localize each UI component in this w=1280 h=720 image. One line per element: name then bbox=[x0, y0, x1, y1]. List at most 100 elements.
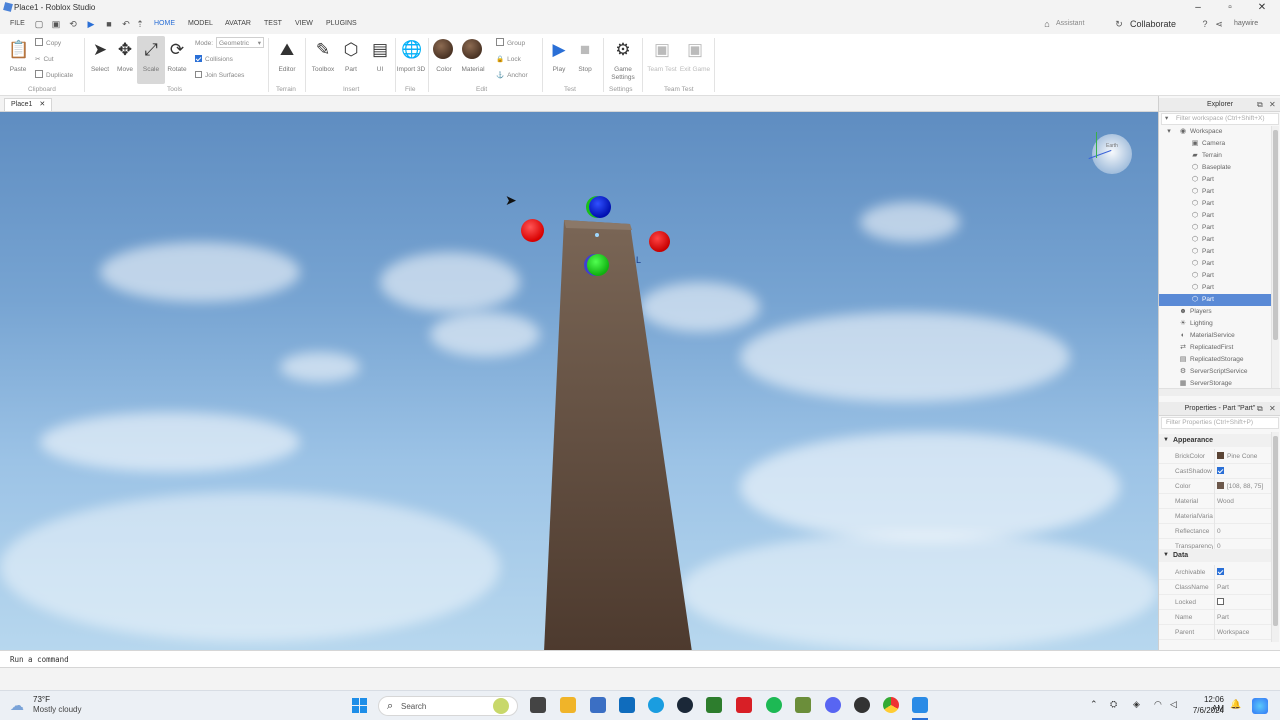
explorer-item[interactable]: ⚙ ServerScriptService bbox=[1159, 366, 1271, 378]
anchor-button[interactable]: ⚓ Anchor bbox=[496, 70, 528, 81]
new-file-icon[interactable]: ▢ bbox=[34, 19, 44, 29]
duplicate-button[interactable]: Duplicate bbox=[35, 70, 73, 81]
explorer-scrollbar[interactable] bbox=[1271, 126, 1279, 388]
username[interactable]: haywire bbox=[1234, 20, 1258, 27]
scale-handle-z-negative[interactable] bbox=[589, 196, 611, 218]
wifi-icon[interactable]: ◠ bbox=[1154, 699, 1162, 710]
weather-desc[interactable]: Mostly cloudy bbox=[33, 705, 81, 714]
join-surfaces-toggle[interactable]: Join Surfaces bbox=[195, 70, 244, 81]
explorer-item[interactable]: ⬡ Part bbox=[1159, 270, 1271, 282]
minecraft-launcher-icon[interactable] bbox=[706, 697, 722, 713]
property-row[interactable]: CastShadow bbox=[1159, 464, 1271, 479]
ui-button[interactable]: ▤ UI bbox=[366, 36, 394, 84]
explorer-item[interactable]: ⬡ Part bbox=[1159, 210, 1271, 222]
copy-button[interactable]: Copy bbox=[35, 38, 61, 49]
refresh-icon[interactable]: ↻ bbox=[1114, 19, 1124, 29]
tab-view[interactable]: VIEW bbox=[295, 20, 313, 27]
weather-temp[interactable]: 73°F bbox=[33, 695, 50, 704]
property-row[interactable]: Archivable bbox=[1159, 565, 1271, 580]
stop-button[interactable]: ■ Stop bbox=[571, 36, 599, 84]
explorer-item[interactable]: ⬡ Part bbox=[1159, 222, 1271, 234]
file-explorer-icon[interactable] bbox=[560, 697, 576, 713]
steam-icon[interactable] bbox=[677, 697, 693, 713]
properties-filter-input[interactable]: Filter Properties (Ctrl+Shift+P) bbox=[1161, 417, 1279, 429]
material-button[interactable]: Material bbox=[459, 36, 487, 84]
notification-bell-icon[interactable]: 🔔 bbox=[1230, 699, 1241, 710]
checkbox-checked-icon[interactable] bbox=[1217, 467, 1224, 474]
undock-icon[interactable]: ⧉ bbox=[1257, 402, 1263, 416]
property-row[interactable]: Material Wood bbox=[1159, 494, 1271, 509]
tab-model[interactable]: MODEL bbox=[188, 20, 213, 27]
explorer-item[interactable]: ▦ ServerStorage bbox=[1159, 378, 1271, 388]
game-settings-button[interactable]: ⚙ Game Settings bbox=[609, 36, 637, 84]
undo-icon[interactable]: ↶ bbox=[121, 19, 131, 29]
property-value[interactable] bbox=[1217, 565, 1271, 580]
file-menu[interactable]: FILE bbox=[10, 20, 25, 27]
terrain-editor-button[interactable]: ⛰ Editor bbox=[273, 36, 301, 84]
outlook-icon[interactable] bbox=[619, 697, 635, 713]
save-icon[interactable]: ▣ bbox=[51, 19, 61, 29]
tab-plugins[interactable]: PLUGINS bbox=[326, 20, 357, 27]
close-panel-icon[interactable]: ✕ bbox=[1269, 402, 1276, 416]
share-icon[interactable]: ⋖ bbox=[1214, 19, 1224, 29]
property-value[interactable]: Part bbox=[1217, 610, 1271, 625]
scale-handle-y[interactable] bbox=[587, 254, 609, 276]
team-test-button[interactable]: ▣ Team Test bbox=[647, 36, 677, 84]
close-icon[interactable]: ✕ bbox=[1254, 1, 1270, 14]
property-row[interactable]: ClassName Part bbox=[1159, 580, 1271, 595]
taskbar-search[interactable]: ⌕ Search bbox=[378, 696, 518, 716]
property-value[interactable] bbox=[1217, 595, 1271, 610]
select-tool-button[interactable]: ➤ Select bbox=[86, 36, 114, 84]
netflix-icon[interactable] bbox=[736, 697, 752, 713]
explorer-item[interactable]: ⬡ Part bbox=[1159, 294, 1271, 306]
scale-handle-x-positive[interactable] bbox=[649, 231, 670, 252]
tab-avatar[interactable]: AVATAR bbox=[225, 20, 251, 27]
explorer-item[interactable]: ⬡ Part bbox=[1159, 174, 1271, 186]
scrollbar-thumb[interactable] bbox=[1273, 130, 1278, 340]
close-tab-icon[interactable]: ✕ bbox=[39, 101, 45, 108]
explorer-hscrollbar[interactable] bbox=[1159, 388, 1280, 396]
scale-tool-button[interactable]: ⤢ Scale bbox=[137, 36, 165, 84]
explorer-item[interactable]: ⬡ Part bbox=[1159, 198, 1271, 210]
assistant-button[interactable]: Assistant bbox=[1056, 20, 1084, 27]
explorer-item[interactable]: ◐ MaterialService bbox=[1159, 330, 1271, 342]
checkbox-checked-icon[interactable] bbox=[1217, 568, 1224, 575]
paste-button[interactable]: 📋 Paste bbox=[4, 36, 32, 84]
redo-icon[interactable]: ⇡ bbox=[135, 19, 145, 29]
checkbox-unchecked-icon[interactable] bbox=[1217, 598, 1224, 605]
copilot-icon[interactable] bbox=[1252, 698, 1268, 714]
tray-app-icon[interactable]: ⛭ bbox=[1110, 699, 1117, 710]
property-value[interactable]: Pine Cone bbox=[1217, 449, 1271, 464]
volume-icon[interactable]: ◁ bbox=[1170, 699, 1177, 710]
property-row[interactable]: Parent Workspace bbox=[1159, 625, 1271, 640]
property-row[interactable]: Reflectance 0 bbox=[1159, 524, 1271, 539]
cut-button[interactable]: ✂ Cut bbox=[35, 54, 54, 65]
explorer-filter-input[interactable]: ▾ Filter workspace (Ctrl+Shift+X) bbox=[1161, 113, 1279, 125]
property-row[interactable]: Name Part bbox=[1159, 610, 1271, 625]
chrome-icon[interactable] bbox=[883, 697, 899, 713]
explorer-item[interactable]: ⬡ Part bbox=[1159, 234, 1271, 246]
obs-icon[interactable] bbox=[854, 697, 870, 713]
explorer-item[interactable]: ⬡ Part bbox=[1159, 186, 1271, 198]
tab-home[interactable]: HOME bbox=[148, 15, 181, 32]
explorer-item[interactable]: ▾ ◉ Workspace bbox=[1159, 126, 1271, 138]
data-section[interactable]: ▼ Data bbox=[1159, 549, 1271, 562]
import-3d-button[interactable]: 🌐 Import 3D bbox=[397, 36, 426, 84]
explorer-item[interactable]: ▤ ReplicatedStorage bbox=[1159, 354, 1271, 366]
explorer-item[interactable]: ⬡ Part bbox=[1159, 282, 1271, 294]
clock-date[interactable]: 7/6/2024 bbox=[1190, 706, 1224, 715]
property-row[interactable]: BrickColor Pine Cone bbox=[1159, 449, 1271, 464]
property-row[interactable]: Locked bbox=[1159, 595, 1271, 610]
play-button[interactable]: ▶ Play bbox=[545, 36, 573, 84]
command-bar[interactable]: Run a command bbox=[0, 650, 1280, 668]
collaborate-button[interactable]: Collaborate bbox=[1130, 19, 1176, 29]
explorer-item[interactable]: ⬡ Part bbox=[1159, 258, 1271, 270]
publish-icon[interactable]: ⟲ bbox=[68, 19, 78, 29]
group-button[interactable]: Group bbox=[496, 38, 525, 49]
property-row[interactable]: MaterialVariant bbox=[1159, 509, 1271, 524]
3d-viewport[interactable]: L ➤ Earth bbox=[0, 112, 1158, 650]
stop-icon[interactable]: ■ bbox=[104, 19, 114, 29]
property-value[interactable] bbox=[1217, 464, 1271, 479]
properties-scrollbar[interactable] bbox=[1271, 432, 1279, 642]
minimize-icon[interactable]: – bbox=[1190, 1, 1206, 14]
